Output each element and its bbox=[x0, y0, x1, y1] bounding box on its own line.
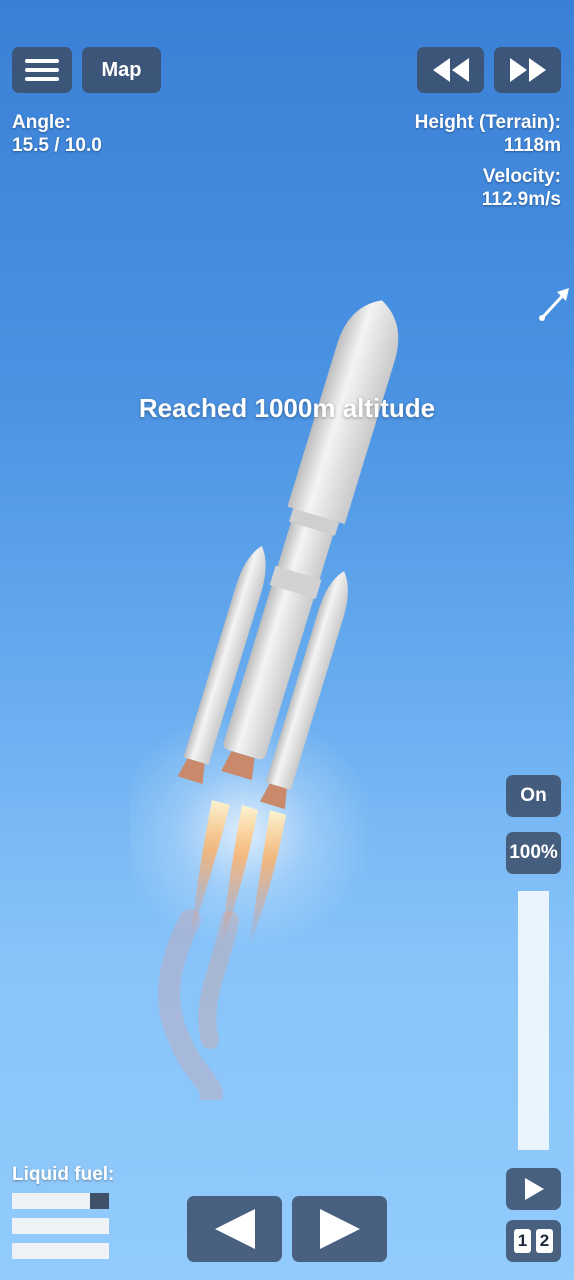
fuel-bar bbox=[12, 1193, 109, 1209]
rotate-right-button[interactable] bbox=[292, 1196, 387, 1262]
map-button[interactable]: Map bbox=[82, 47, 161, 93]
fast-forward-icon bbox=[509, 58, 546, 82]
stage-selector[interactable]: 1 2 bbox=[506, 1220, 561, 1262]
menu-button[interactable] bbox=[12, 47, 72, 93]
angle-label: Angle: bbox=[12, 112, 72, 133]
rewind-icon bbox=[432, 58, 469, 82]
fuel-bar bbox=[12, 1243, 109, 1259]
altitude-notification: Reached 1000m altitude bbox=[138, 393, 436, 423]
velocity-label: Velocity: bbox=[482, 166, 561, 187]
angle-value: 15.5 / 10.0 bbox=[12, 135, 102, 156]
stage-button[interactable] bbox=[506, 1168, 561, 1210]
height-value: 1118m bbox=[503, 135, 561, 156]
velocity-direction-arrow-icon bbox=[539, 288, 569, 321]
throttle-percent-button[interactable]: 100% bbox=[506, 832, 561, 874]
velocity-value: 112.9m/s bbox=[481, 189, 561, 210]
rotate-left-button[interactable] bbox=[187, 1196, 282, 1262]
play-stage-icon bbox=[524, 1178, 544, 1200]
hamburger-menu-icon bbox=[25, 54, 59, 86]
fast-forward-button[interactable] bbox=[494, 47, 561, 93]
rotate-right-triangle-icon bbox=[319, 1209, 360, 1249]
liquid-fuel-label: Liquid fuel: bbox=[12, 1164, 115, 1185]
engine-toggle-button[interactable]: On bbox=[506, 775, 561, 817]
fuel-bar-fill bbox=[89, 1193, 109, 1209]
throttle-slider-fill bbox=[518, 891, 549, 1150]
height-label: Height (Terrain): bbox=[414, 112, 561, 133]
rewind-button[interactable] bbox=[417, 47, 484, 93]
fuel-bar bbox=[12, 1218, 109, 1234]
stage-number-1[interactable]: 1 bbox=[514, 1229, 531, 1253]
stage-number-2[interactable]: 2 bbox=[536, 1229, 553, 1253]
rotate-left-triangle-icon bbox=[214, 1209, 255, 1249]
throttle-slider[interactable] bbox=[518, 891, 549, 1150]
